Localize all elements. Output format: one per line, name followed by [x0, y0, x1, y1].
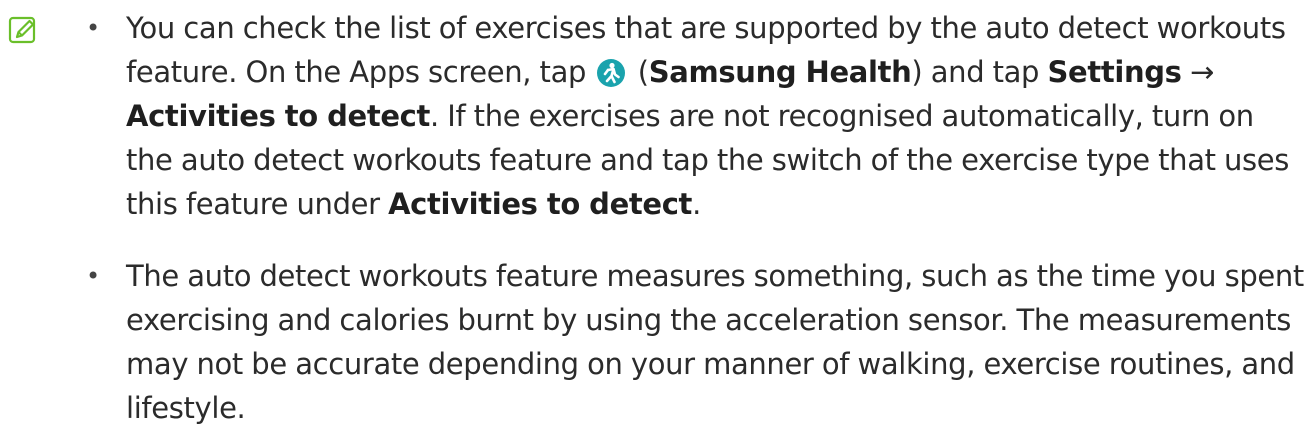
samsung-health-icon: [597, 59, 626, 87]
note-item: • The auto detect workouts feature measu…: [82, 254, 1304, 430]
menu-activities-to-detect: Activities to detect: [388, 187, 693, 221]
menu-activities-to-detect: Activities to detect: [126, 99, 431, 133]
bullet: •: [86, 14, 100, 42]
note-text: (: [629, 55, 649, 89]
bullet: •: [86, 262, 100, 290]
menu-settings: Settings: [1047, 55, 1182, 89]
note-list: • You can check the list of exercises th…: [82, 6, 1304, 430]
app-name: Samsung Health: [648, 55, 912, 89]
note-text: ) and tap: [911, 55, 1048, 89]
note-text: The auto detect workouts feature measure…: [126, 259, 1304, 425]
arrow-right-icon: →: [1189, 55, 1214, 89]
note-item: • You can check the list of exercises th…: [82, 6, 1304, 226]
note-pencil-icon: [8, 16, 36, 44]
note-text: .: [692, 187, 701, 221]
